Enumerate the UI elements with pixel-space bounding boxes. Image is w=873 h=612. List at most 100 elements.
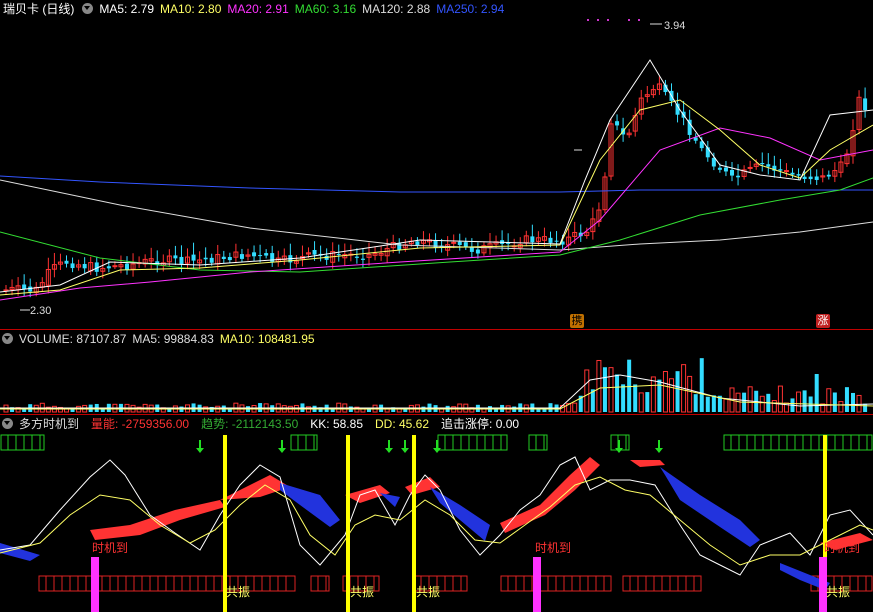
volume-bar-up xyxy=(687,375,693,413)
indicator-pane[interactable]: 多方时机到 量能: -2759356.00 趋势: -2112143.50 KK: 5… xyxy=(0,415,873,612)
volume-bar-up xyxy=(759,395,765,413)
candle-down xyxy=(826,174,831,177)
volume-bar-up xyxy=(856,394,862,413)
bullish-band xyxy=(500,457,600,533)
candle-down xyxy=(252,252,257,257)
bearish-band xyxy=(280,483,340,527)
candle-down xyxy=(415,241,420,246)
candle-down xyxy=(814,176,819,180)
candle-down xyxy=(808,176,813,180)
ma250-line xyxy=(0,175,873,193)
down-arrow-icon xyxy=(401,448,409,453)
volume-bar-up xyxy=(735,392,741,413)
volume-bar-up xyxy=(608,367,614,413)
volume-bar-down xyxy=(832,392,837,412)
candle-down xyxy=(106,266,111,269)
candle-down xyxy=(258,255,263,257)
candle-down xyxy=(221,256,226,260)
volume-bar-up xyxy=(826,388,832,413)
candle-down xyxy=(125,263,129,270)
signal-dot xyxy=(587,19,589,21)
signal-dot xyxy=(638,19,640,21)
candle-down xyxy=(227,257,232,261)
volume-bar-down xyxy=(693,394,698,412)
candle-down xyxy=(312,250,317,255)
volume-bar-up xyxy=(838,401,844,413)
signal-dot xyxy=(597,19,599,21)
volume-bar-down xyxy=(711,395,716,412)
candle-down xyxy=(730,169,734,176)
candle-down xyxy=(354,256,359,258)
kk-line xyxy=(0,456,873,576)
volume-bar-down xyxy=(814,374,819,412)
volume-bar-down xyxy=(851,392,855,412)
signal-dot xyxy=(607,19,609,21)
candle-down xyxy=(723,167,728,172)
low-price-label: 2.30 xyxy=(30,305,52,317)
price-pane[interactable]: 瑞贝卡 (日线) MA5: 2.79 MA10: 2.80 MA20: 2.91 MA6… xyxy=(0,0,873,330)
candle-down xyxy=(203,257,208,260)
candle-down xyxy=(70,263,75,269)
signal-label-3: 时机到 xyxy=(824,541,861,555)
candle-down xyxy=(760,163,765,165)
bearish-band xyxy=(660,467,760,547)
volume-bar-down xyxy=(844,387,849,412)
candle-down xyxy=(82,263,87,269)
candle-up xyxy=(112,265,118,268)
candle-down xyxy=(64,260,69,264)
signal-bar xyxy=(533,557,541,612)
candle-up xyxy=(451,241,457,244)
volume-bar-down xyxy=(705,396,710,412)
candle-down xyxy=(530,236,535,243)
high-price-label: 3.94 xyxy=(664,20,686,32)
ma20-line xyxy=(0,127,873,301)
volume-chart[interactable] xyxy=(0,330,873,415)
trend-box xyxy=(290,434,318,451)
candle-down xyxy=(790,172,795,175)
candle-down xyxy=(615,121,620,126)
bearish-band xyxy=(430,487,490,541)
candle-down xyxy=(264,253,269,256)
volume-bar-up xyxy=(638,392,644,413)
volume-bar-up xyxy=(777,385,783,413)
volume-bar-up xyxy=(572,402,578,413)
volume-bar-down xyxy=(615,374,620,412)
signal-box xyxy=(38,575,296,592)
dd-line xyxy=(0,476,873,566)
volume-bar-down xyxy=(863,403,868,412)
volume-bar-down xyxy=(627,359,632,412)
candle-down xyxy=(736,175,741,178)
candle-down xyxy=(22,284,27,290)
resonance-label-2: 共振 xyxy=(350,585,375,599)
volume-bar-up xyxy=(650,376,656,413)
trend-box xyxy=(723,434,873,451)
candle-down xyxy=(360,258,365,260)
trend-box xyxy=(0,434,45,451)
candle-down xyxy=(463,242,468,247)
down-arrow-icon xyxy=(278,448,286,453)
volume-bar-up xyxy=(662,371,668,413)
candle-down xyxy=(778,169,783,171)
candle-down xyxy=(796,174,801,176)
candle-down xyxy=(548,237,553,243)
event-tag-1[interactable]: 携 xyxy=(570,314,584,328)
volume-bar-up xyxy=(771,400,777,413)
volume-bar-up xyxy=(584,369,590,413)
volume-bar-up xyxy=(596,359,602,413)
event-tag-2[interactable]: 涨 xyxy=(816,314,830,328)
candle-down xyxy=(173,255,178,259)
candlestick-chart[interactable] xyxy=(0,0,873,330)
volume-bar-down xyxy=(645,392,650,412)
volume-pane[interactable]: VOLUME: 87107.87 MA5: 99884.83 MA10: 10848… xyxy=(0,330,873,415)
candle-down xyxy=(554,240,559,242)
signal-label-1: 时机到 xyxy=(92,541,129,555)
volume-bar-down xyxy=(699,358,704,412)
candle-down xyxy=(191,254,196,261)
volume-bar-up xyxy=(669,378,674,413)
candle-down xyxy=(802,176,807,180)
signal-dot xyxy=(628,19,630,21)
resonance-label-1: 共振 xyxy=(226,585,251,599)
volume-bar-up xyxy=(796,391,802,413)
volume-bar-down xyxy=(802,390,807,412)
candle-down xyxy=(239,254,244,259)
